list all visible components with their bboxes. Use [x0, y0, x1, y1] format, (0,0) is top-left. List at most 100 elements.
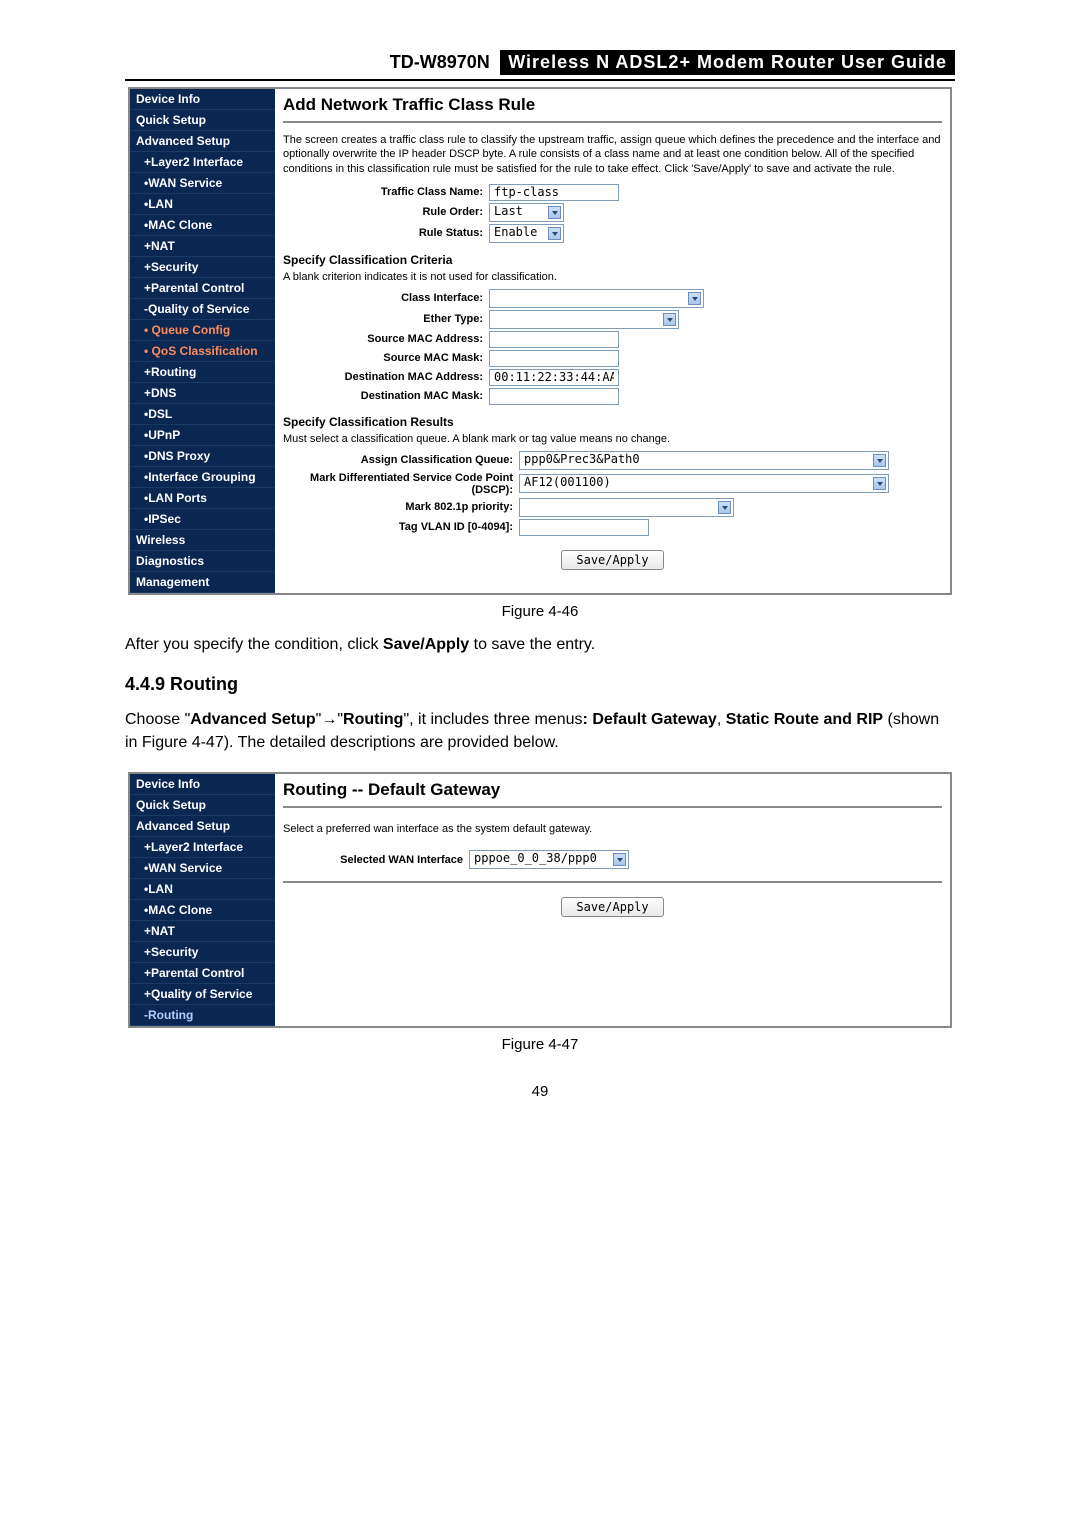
fig1-main: Add Network Traffic Class Rule The scree… — [275, 89, 950, 593]
sidebar-item-queue-config[interactable]: • Queue Config — [130, 320, 275, 341]
results-note: Must select a classification queue. A bl… — [283, 433, 942, 445]
after-fig1-bold: Save/Apply — [383, 636, 469, 653]
sidebar2-item-quick-setup[interactable]: Quick Setup — [130, 795, 275, 816]
fig2-description: Select a preferred wan interface as the … — [283, 822, 942, 836]
traffic-class-name-label: Traffic Class Name: — [283, 186, 489, 198]
sidebar-item-wireless[interactable]: Wireless — [130, 530, 275, 551]
mark-8021p-label: Mark 802.1p priority: — [283, 501, 519, 513]
ether-type-select[interactable] — [489, 310, 679, 329]
sidebar2-item-device-info[interactable]: Device Info — [130, 774, 275, 795]
sidebar-item-advanced-setup[interactable]: Advanced Setup — [130, 131, 275, 152]
section-4-4-9-heading: 4.4.9 Routing — [125, 674, 955, 695]
dest-mac-input[interactable] — [489, 369, 619, 386]
sidebar-item-dns-proxy[interactable]: •DNS Proxy — [130, 446, 275, 467]
sidebar2-item-layer2[interactable]: +Layer2 Interface — [130, 837, 275, 858]
figure-4-46-caption: Figure 4-46 — [125, 603, 955, 620]
figure-4-46: Device Info Quick Setup Advanced Setup +… — [128, 87, 952, 595]
fig2-sidebar: Device Info Quick Setup Advanced Setup +… — [130, 774, 275, 1026]
routing-intro-text: Choose "Advanced Setup"→"Routing", it in… — [125, 709, 955, 754]
rule-order-label: Rule Order: — [283, 206, 489, 218]
tag-vlan-input[interactable] — [519, 519, 649, 536]
fig1-title: Add Network Traffic Class Rule — [283, 95, 942, 115]
tag-vlan-label: Tag VLAN ID [0-4094]: — [283, 521, 519, 533]
sidebar-item-parental[interactable]: +Parental Control — [130, 278, 275, 299]
mark-8021p-select[interactable] — [519, 498, 734, 517]
criteria-note: A blank criterion indicates it is not us… — [283, 271, 942, 283]
sidebar-item-diagnostics[interactable]: Diagnostics — [130, 551, 275, 572]
sidebar-item-security[interactable]: +Security — [130, 257, 275, 278]
choose-b2: Routing — [343, 711, 403, 728]
source-mac-label: Source MAC Address: — [283, 333, 489, 345]
ether-type-label: Ether Type: — [283, 313, 489, 325]
source-mac-input[interactable] — [489, 331, 619, 348]
sidebar-item-qos-classification[interactable]: • QoS Classification — [130, 341, 275, 362]
sidebar-item-wan-service[interactable]: •WAN Service — [130, 173, 275, 194]
sidebar-item-lan[interactable]: •LAN — [130, 194, 275, 215]
sidebar2-item-wan-service[interactable]: •WAN Service — [130, 858, 275, 879]
sidebar-item-mac-clone[interactable]: •MAC Clone — [130, 215, 275, 236]
source-mac-mask-input[interactable] — [489, 350, 619, 367]
dest-mac-mask-input[interactable] — [489, 388, 619, 405]
assign-queue-label: Assign Classification Queue: — [283, 454, 519, 466]
sidebar-item-dns[interactable]: +DNS — [130, 383, 275, 404]
sidebar2-item-advanced-setup[interactable]: Advanced Setup — [130, 816, 275, 837]
dscp-select[interactable]: AF12(001100) — [519, 474, 889, 493]
choose-b1: Advanced Setup — [190, 711, 315, 728]
figure-4-47-caption: Figure 4-47 — [125, 1036, 955, 1053]
page-number: 49 — [125, 1083, 955, 1100]
after-fig1-text: After you specify the condition, click S… — [125, 634, 955, 656]
sidebar-item-qos[interactable]: -Quality of Service — [130, 299, 275, 320]
choose-pre: Choose " — [125, 711, 190, 728]
save-apply-button[interactable]: Save/Apply — [561, 550, 663, 570]
choose-mid3: ", it includes three menus — [403, 711, 582, 728]
sidebar2-item-lan[interactable]: •LAN — [130, 879, 275, 900]
sidebar-item-dsl[interactable]: •DSL — [130, 404, 275, 425]
sidebar-item-layer2[interactable]: +Layer2 Interface — [130, 152, 275, 173]
rule-status-select[interactable]: Enable — [489, 224, 564, 243]
sidebar-item-lan-ports[interactable]: •LAN Ports — [130, 488, 275, 509]
sidebar-item-ipsec[interactable]: •IPSec — [130, 509, 275, 530]
assign-queue-select[interactable]: ppp0&Prec3&Path0 — [519, 451, 889, 470]
figure-4-47: Device Info Quick Setup Advanced Setup +… — [128, 772, 952, 1028]
sidebar-item-upnp[interactable]: •UPnP — [130, 425, 275, 446]
sidebar-item-quick-setup[interactable]: Quick Setup — [130, 110, 275, 131]
rule-order-select[interactable]: Last — [489, 203, 564, 222]
sidebar-item-nat[interactable]: +NAT — [130, 236, 275, 257]
fig2-title: Routing -- Default Gateway — [283, 780, 942, 800]
source-mac-mask-label: Source MAC Mask: — [283, 352, 489, 364]
page-header: TD-W8970N Wireless N ADSL2+ Modem Router… — [125, 50, 955, 81]
rule-status-label: Rule Status: — [283, 227, 489, 239]
sidebar2-item-nat[interactable]: +NAT — [130, 921, 275, 942]
fig1-sidebar: Device Info Quick Setup Advanced Setup +… — [130, 89, 275, 593]
sidebar-item-iface-grouping[interactable]: •Interface Grouping — [130, 467, 275, 488]
results-heading: Specify Classification Results — [283, 415, 942, 429]
sidebar2-item-mac-clone[interactable]: •MAC Clone — [130, 900, 275, 921]
sidebar2-item-parental[interactable]: +Parental Control — [130, 963, 275, 984]
sidebar-item-routing[interactable]: +Routing — [130, 362, 275, 383]
dest-mac-label: Destination MAC Address: — [283, 371, 489, 383]
criteria-heading: Specify Classification Criteria — [283, 253, 942, 267]
selected-wan-select[interactable]: pppoe_0_0_38/ppp0 — [469, 850, 629, 869]
after-fig1-pre: After you specify the condition, click — [125, 636, 383, 653]
class-interface-label: Class Interface: — [283, 292, 489, 304]
choose-b3: : Default Gateway — [583, 711, 717, 728]
choose-b4: Static Route and RIP — [726, 711, 883, 728]
after-fig1-post: to save the entry. — [469, 636, 595, 653]
header-title: Wireless N ADSL2+ Modem Router User Guid… — [500, 50, 955, 75]
sidebar2-item-security[interactable]: +Security — [130, 942, 275, 963]
document-page: TD-W8970N Wireless N ADSL2+ Modem Router… — [125, 50, 955, 1140]
sidebar-item-device-info[interactable]: Device Info — [130, 89, 275, 110]
dscp-label: Mark Differentiated Service Code Point (… — [283, 472, 519, 496]
sidebar2-item-routing[interactable]: -Routing — [130, 1005, 275, 1026]
selected-wan-label: Selected WAN Interface — [283, 854, 469, 866]
fig2-save-apply-button[interactable]: Save/Apply — [561, 897, 663, 917]
fig2-main: Routing -- Default Gateway Select a pref… — [275, 774, 950, 1026]
class-interface-select[interactable] — [489, 289, 704, 308]
header-model: TD-W8970N — [390, 52, 490, 73]
dest-mac-mask-label: Destination MAC Mask: — [283, 390, 489, 402]
arrow-icon: → — [321, 711, 337, 728]
traffic-class-name-input[interactable] — [489, 184, 619, 201]
sidebar-item-management[interactable]: Management — [130, 572, 275, 593]
sidebar2-item-qos[interactable]: +Quality of Service — [130, 984, 275, 1005]
fig1-description: The screen creates a traffic class rule … — [283, 133, 942, 176]
